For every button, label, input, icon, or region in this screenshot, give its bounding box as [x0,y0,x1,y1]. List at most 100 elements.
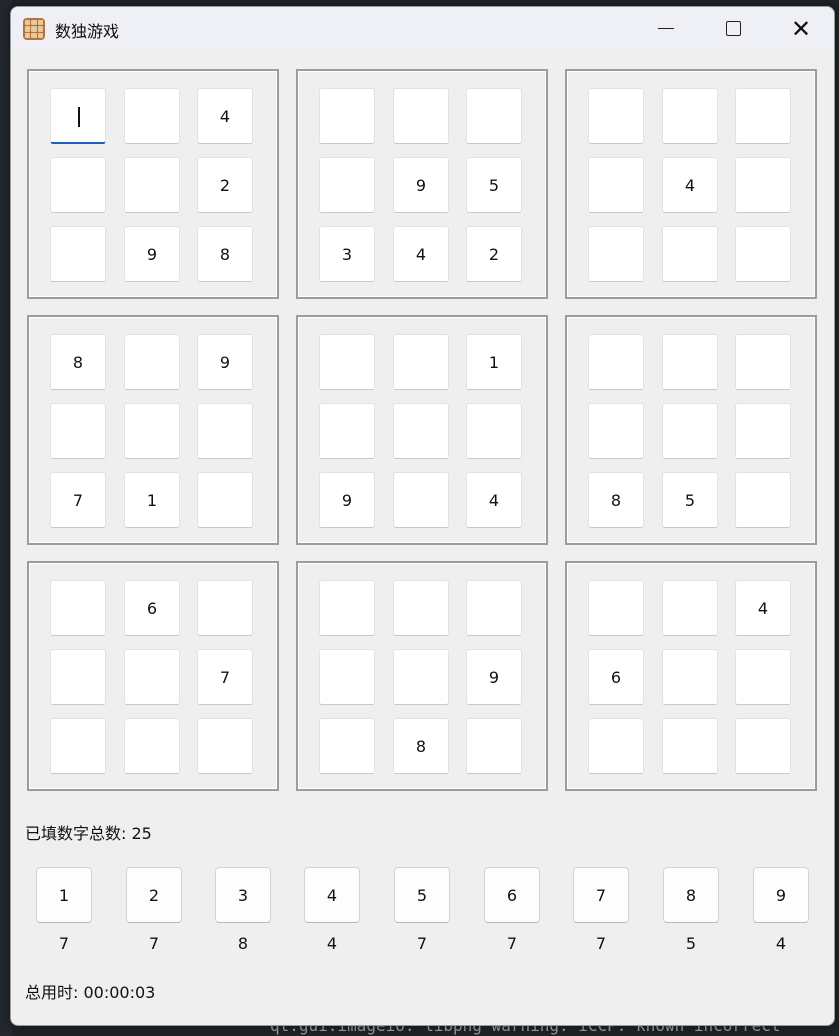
sudoku-cell[interactable] [588,718,644,774]
sudoku-cell[interactable] [197,718,253,774]
sudoku-cell[interactable] [319,88,375,144]
sudoku-box: 4 [565,69,817,299]
number-button[interactable]: 9 [753,867,809,923]
number-count: 5 [685,934,697,953]
sudoku-cell[interactable] [393,88,449,144]
sudoku-cell[interactable] [50,649,106,705]
sudoku-cell[interactable] [735,718,791,774]
sudoku-cell[interactable] [319,334,375,390]
sudoku-cell[interactable]: 9 [124,226,180,282]
sudoku-cell[interactable]: 2 [466,226,522,282]
sudoku-cell[interactable]: 2 [197,157,253,213]
sudoku-cell[interactable]: 3 [319,226,375,282]
sudoku-cell[interactable] [124,157,180,213]
sudoku-cell[interactable]: 7 [197,649,253,705]
sudoku-cell[interactable] [197,472,253,528]
sudoku-cell[interactable] [662,718,718,774]
sudoku-cell[interactable] [735,403,791,459]
sudoku-cell[interactable] [319,157,375,213]
sudoku-cell[interactable] [662,403,718,459]
sudoku-cell[interactable]: 8 [393,718,449,774]
sudoku-cell[interactable] [588,580,644,636]
sudoku-cell[interactable] [124,403,180,459]
sudoku-cell[interactable] [124,649,180,705]
sudoku-cell[interactable] [393,334,449,390]
sudoku-cell[interactable]: 1 [466,334,522,390]
sudoku-cell[interactable] [735,226,791,282]
title-bar[interactable]: 数独游戏 ✕ [11,7,834,50]
number-button[interactable]: 8 [663,867,719,923]
sudoku-cell[interactable] [319,718,375,774]
sudoku-cell[interactable]: 4 [735,580,791,636]
minimize-button[interactable] [643,7,689,50]
sudoku-cell[interactable] [124,88,180,144]
sudoku-cell[interactable]: 9 [466,649,522,705]
sudoku-cell[interactable]: 4 [466,472,522,528]
sudoku-cell[interactable] [393,649,449,705]
sudoku-cell[interactable]: 9 [319,472,375,528]
number-button[interactable]: 7 [573,867,629,923]
sudoku-cell[interactable] [735,334,791,390]
number-button[interactable]: 6 [484,867,540,923]
sudoku-cell[interactable]: 5 [466,157,522,213]
sudoku-cell[interactable] [50,88,106,144]
sudoku-cell[interactable]: 4 [662,157,718,213]
sudoku-box: 85 [565,315,817,545]
sudoku-cell[interactable]: 9 [393,157,449,213]
sudoku-cell[interactable] [735,88,791,144]
sudoku-cell[interactable] [588,334,644,390]
sudoku-box: 98 [296,561,548,791]
sudoku-cell[interactable]: 1 [124,472,180,528]
close-button[interactable]: ✕ [778,7,824,50]
number-button[interactable]: 2 [126,867,182,923]
sudoku-cell[interactable] [662,88,718,144]
number-button[interactable]: 1 [36,867,92,923]
sudoku-cell[interactable] [197,580,253,636]
sudoku-cell[interactable]: 7 [50,472,106,528]
sudoku-cell[interactable] [50,226,106,282]
sudoku-cell[interactable]: 4 [197,88,253,144]
sudoku-cell[interactable] [662,649,718,705]
maximize-button[interactable] [710,7,756,50]
sudoku-cell[interactable] [588,157,644,213]
sudoku-cell[interactable]: 4 [393,226,449,282]
sudoku-cell[interactable] [319,403,375,459]
number-button[interactable]: 3 [215,867,271,923]
sudoku-cell[interactable] [197,403,253,459]
sudoku-cell[interactable]: 8 [50,334,106,390]
sudoku-cell[interactable] [319,649,375,705]
sudoku-cell[interactable] [466,403,522,459]
sudoku-cell[interactable] [588,226,644,282]
sudoku-cell[interactable] [393,403,449,459]
sudoku-cell[interactable] [393,472,449,528]
sudoku-cell[interactable]: 8 [197,226,253,282]
sudoku-cell[interactable] [466,580,522,636]
sudoku-cell[interactable] [735,157,791,213]
sudoku-cell[interactable] [662,226,718,282]
number-count: 8 [237,934,249,953]
sudoku-cell[interactable] [124,334,180,390]
sudoku-cell[interactable] [662,334,718,390]
sudoku-cell[interactable]: 6 [124,580,180,636]
sudoku-cell[interactable]: 9 [197,334,253,390]
sudoku-cell[interactable] [735,472,791,528]
sudoku-cell[interactable] [50,718,106,774]
sudoku-cell[interactable]: 6 [588,649,644,705]
number-button[interactable]: 5 [394,867,450,923]
sudoku-cell[interactable] [50,157,106,213]
sudoku-cell[interactable]: 8 [588,472,644,528]
sudoku-cell[interactable] [466,718,522,774]
sudoku-cell[interactable] [124,718,180,774]
sudoku-cell[interactable] [588,403,644,459]
sudoku-cell[interactable] [50,403,106,459]
sudoku-cell[interactable] [588,88,644,144]
sudoku-cell[interactable] [319,580,375,636]
sudoku-cell[interactable] [662,580,718,636]
sudoku-cell[interactable] [466,88,522,144]
sudoku-cell[interactable]: 5 [662,472,718,528]
sudoku-box: 46 [565,561,817,791]
sudoku-cell[interactable] [393,580,449,636]
sudoku-cell[interactable] [50,580,106,636]
number-button[interactable]: 4 [304,867,360,923]
sudoku-cell[interactable] [735,649,791,705]
